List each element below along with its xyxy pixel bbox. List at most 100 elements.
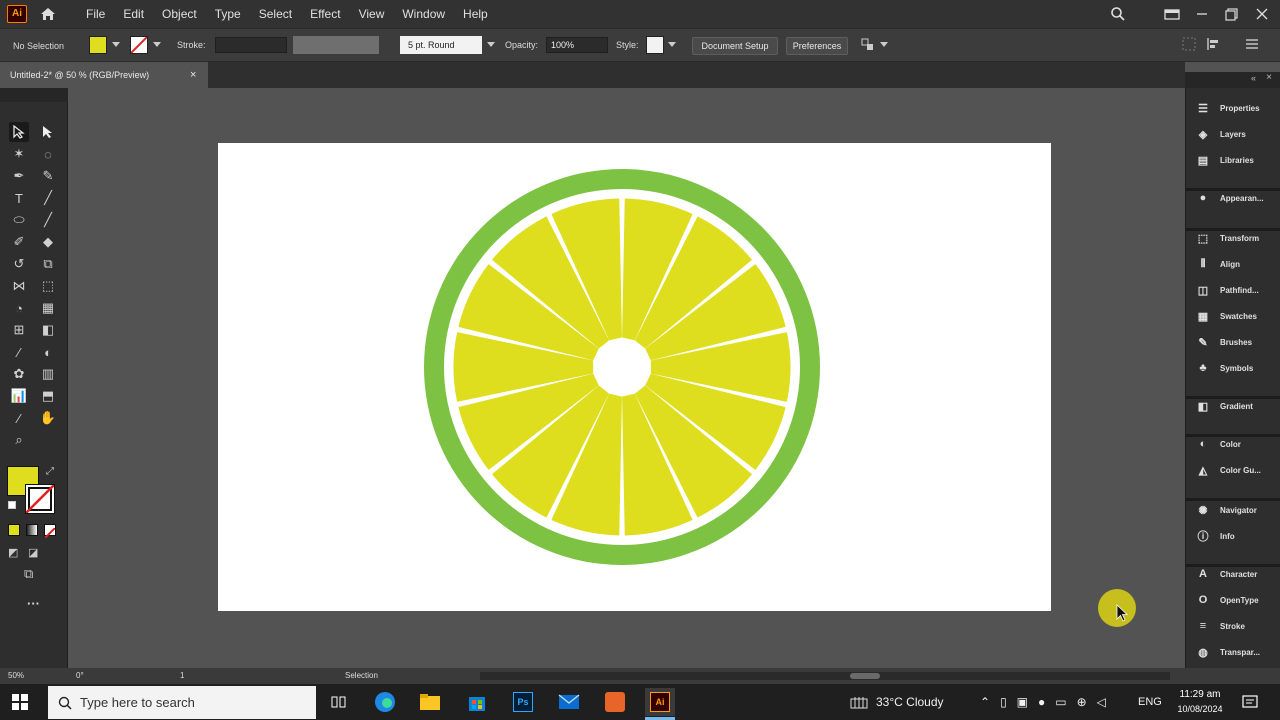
mesh-tool-icon[interactable]: ⊞ [9,320,29,340]
pen-tool-icon[interactable]: ✒ [9,166,29,186]
panel-item-align[interactable]: ⫴ Align [1186,252,1280,276]
panel-item-pathfinder[interactable]: ◫ Pathfind... [1186,278,1280,302]
panel-menu-icon[interactable] [1244,37,1260,51]
column-graph-tool-icon[interactable]: ▥ [38,364,58,384]
shaper-tool-icon[interactable]: ✐ [9,232,29,252]
direct-selection-tool-icon[interactable] [38,122,58,142]
artboard-tool-icon[interactable]: ⬒ [38,386,58,406]
panel-item-color-guide[interactable]: ◭ Color Gu... [1186,458,1280,482]
none-mode-icon[interactable] [44,524,56,539]
panel-item-stroke[interactable]: ≡ Stroke [1186,614,1280,638]
windows-start-icon[interactable] [12,694,28,710]
panel-item-transform[interactable]: ⬚ Transform [1186,226,1280,250]
scale-tool-icon[interactable]: ⧉ [38,254,58,274]
align-options-icon[interactable] [1182,37,1196,51]
document-tab[interactable]: Untitled-2* @ 50 % (RGB/Preview) × [0,62,208,88]
panel-item-opentype[interactable]: O OpenType [1186,588,1280,612]
panel-item-libraries[interactable]: ▤ Libraries [1186,148,1280,172]
clock[interactable]: 11:29 am 10/08/2024 [1168,687,1232,717]
arrange-documents-icon[interactable] [1164,6,1180,22]
magic-wand-tool-icon[interactable]: ✶ [9,144,29,164]
artboard-number[interactable]: 1 [180,671,184,680]
battery-icon[interactable]: ▭ [1055,695,1066,709]
weather-widget[interactable]: 33°C Cloudy [850,684,944,720]
menu-select[interactable]: Select [250,0,301,28]
illustrator-taskbar-icon[interactable]: Ai [645,688,675,716]
panel-item-properties[interactable]: ☰ Properties [1186,96,1280,120]
panel-item-layers[interactable]: ◈ Layers [1186,122,1280,146]
fill-swatch[interactable] [89,36,107,54]
panel-item-navigator[interactable]: ✺ Navigator [1186,498,1280,522]
type-tool-icon[interactable]: T [9,188,29,208]
opacity-field[interactable]: 100% [546,37,608,53]
taskbar-search-box[interactable]: Type here to search [48,686,316,719]
ellipse-tool-icon[interactable]: ⬭ [9,210,29,230]
menu-window[interactable]: Window [393,0,454,28]
volume-icon[interactable]: ◁ [1097,695,1106,709]
notifications-icon[interactable] [1242,694,1258,710]
language-indicator[interactable]: ENG [1138,684,1162,720]
free-transform-tool-icon[interactable]: ⬚ [38,276,58,296]
variable-width-profile[interactable] [293,36,379,54]
close-tab-icon[interactable]: × [190,62,196,88]
eraser-tool-icon[interactable]: ◆ [38,232,58,252]
panel-item-gradient[interactable]: ◧ Gradient [1186,394,1280,418]
office-app-icon[interactable] [600,688,630,716]
collapse-panels-icon[interactable]: « [1251,73,1256,83]
brush-definition[interactable]: 5 pt. Round [400,36,482,54]
menu-file[interactable]: File [77,0,114,28]
symbol-sprayer-tool-icon[interactable]: ✿ [9,364,29,384]
width-tool-icon[interactable]: ⋈ [9,276,29,296]
zoom-tool-icon[interactable]: ⌕ [9,430,29,450]
stroke-weight-field[interactable] [215,37,287,53]
eyedropper-tool-icon[interactable]: ⁄ [9,342,29,362]
change-screen-mode-icon[interactable]: ⧉ [24,566,33,582]
close-icon[interactable] [1254,6,1270,22]
chevron-down-icon[interactable] [153,42,161,48]
screen-mode-icon[interactable]: ◪ [28,546,38,559]
blend-tool-icon[interactable]: ◐ [38,342,58,362]
graphic-style-swatch[interactable] [646,36,664,54]
menu-effect[interactable]: Effect [301,0,349,28]
minimize-icon[interactable] [1194,6,1210,22]
panel-item-transparency[interactable]: ◍ Transpar... [1186,640,1280,664]
default-colors-icon[interactable] [8,501,16,509]
stroke-swatch[interactable] [130,36,148,54]
panel-item-appearance[interactable]: ● Appearan... [1186,186,1280,210]
preferences-button[interactable]: Preferences [786,37,848,55]
chevron-up-icon[interactable]: ⌃ [980,695,990,709]
artboard[interactable] [218,143,1051,611]
menu-type[interactable]: Type [206,0,250,28]
rotate-tool-icon[interactable]: ↺ [9,254,29,274]
network-icon[interactable]: ⊕ [1077,695,1087,709]
lime-slice-artwork[interactable] [218,143,1051,611]
panel-item-swatches[interactable]: ▦ Swatches [1186,304,1280,328]
close-panels-icon[interactable]: × [1266,72,1272,83]
edit-toolbar-icon[interactable]: ··· [27,596,40,611]
shape-builder-tool-icon[interactable]: ◔ [9,298,29,318]
chevron-down-icon[interactable] [487,42,495,48]
panel-item-color[interactable]: ◐ Color [1186,432,1280,456]
scrollbar-thumb[interactable] [850,673,880,679]
menu-help[interactable]: Help [454,0,497,28]
chevron-down-icon[interactable] [668,42,676,48]
gradient-mode-icon[interactable] [26,524,38,536]
chevron-down-icon[interactable] [880,42,888,48]
home-icon[interactable] [39,5,57,23]
panel-item-symbols[interactable]: ♣ Symbols [1186,356,1280,380]
perspective-grid-tool-icon[interactable]: ▦ [38,298,58,318]
curvature-tool-icon[interactable]: ✎ [38,166,58,186]
system-tray-icons[interactable]: ⌃ ▯ ▣ ● ▭ ⊕ ◁ [980,684,1116,720]
panel-item-character[interactable]: A Character [1186,562,1280,586]
zoom-level[interactable]: 50% [8,671,24,680]
graph-tool-icon[interactable]: 📊 [9,386,29,406]
chevron-down-icon[interactable] [112,42,120,48]
menu-object[interactable]: Object [153,0,206,28]
document-setup-button[interactable]: Document Setup [692,37,778,55]
search-icon[interactable] [1110,6,1126,22]
panel-item-brushes[interactable]: ✎ Brushes [1186,330,1280,354]
edge-browser-icon[interactable] [370,688,400,716]
microphone-icon[interactable]: ● [1038,695,1045,709]
stroke-color-box[interactable] [25,484,55,514]
paintbrush-tool-icon[interactable]: ╱ [38,210,58,230]
